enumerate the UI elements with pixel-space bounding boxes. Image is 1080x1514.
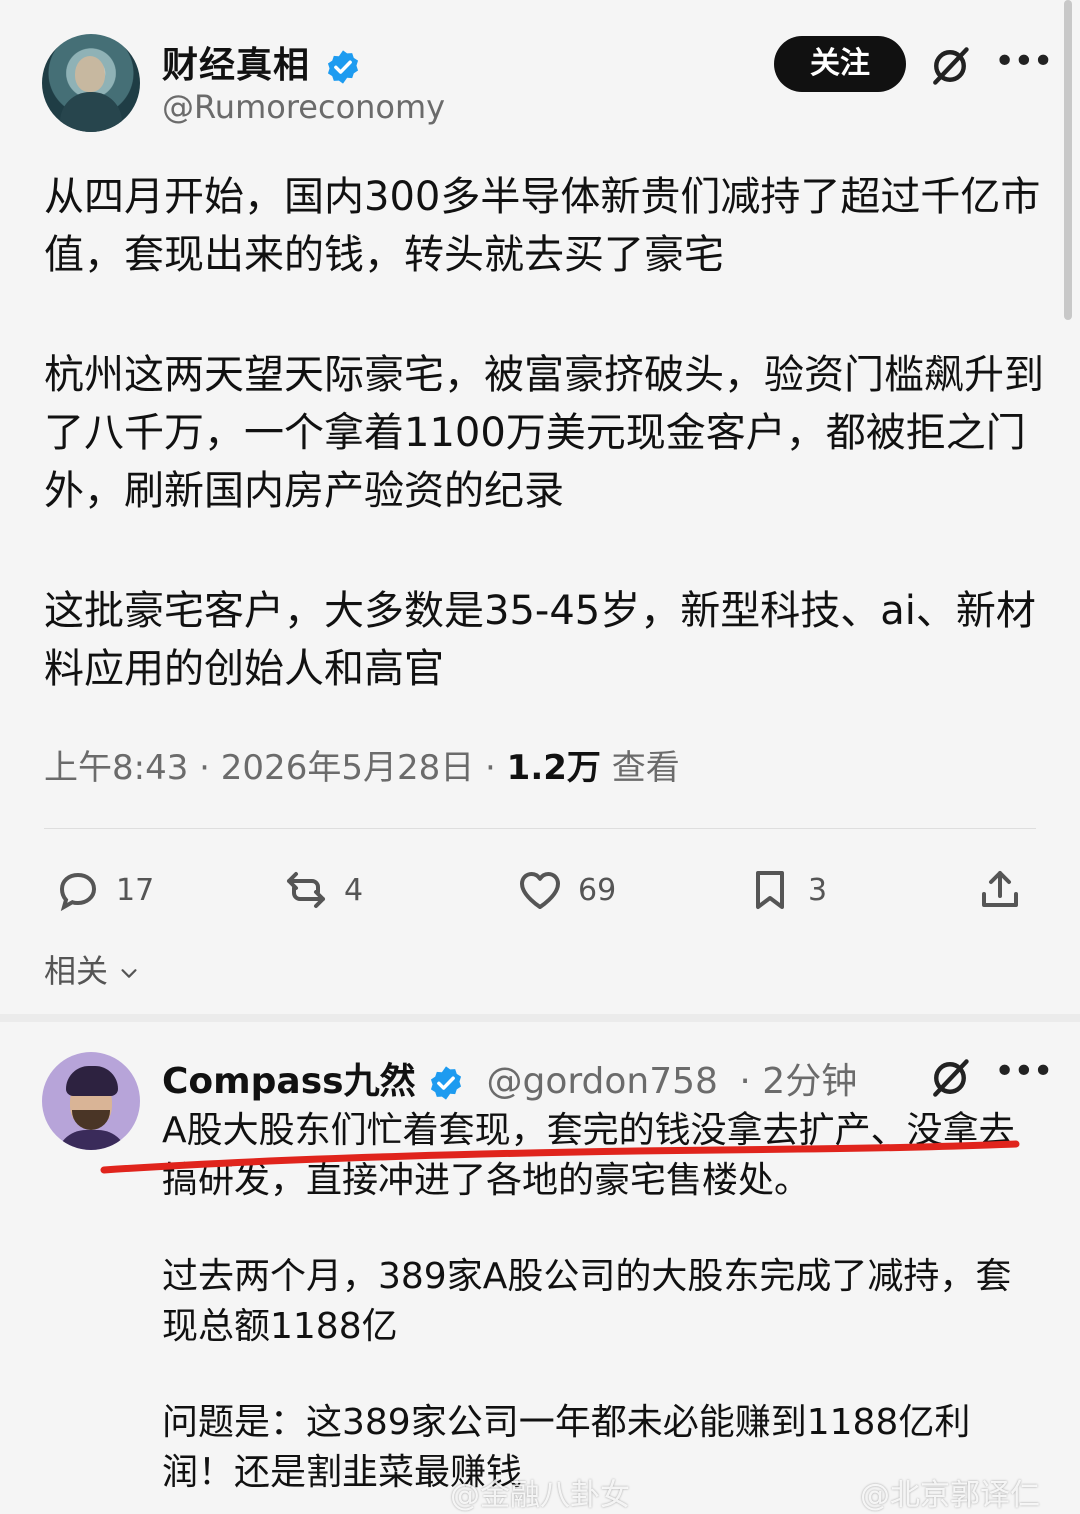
reply-header: Compass九然 @gordon758 · 2分钟 [162, 1052, 857, 1104]
related-label: 相关 [44, 952, 109, 990]
verified-badge-icon [327, 50, 358, 84]
like-count: 69 [578, 872, 617, 908]
post-paragraph-3: 这批豪宅客户，大多数是35-45岁，新型科技、ai、新材料应用的创始人和高官 [44, 588, 1036, 692]
reply-post: Compass九然 @gordon758 · 2分钟 ••• A股大股东们忙着套… [0, 1022, 1080, 1514]
post-paragraph-1: 从四月开始，国内300多半导体新贵们减持了超过千亿市值，套现出来的钱，转头就去买… [44, 174, 1041, 278]
reply-author-handle[interactable]: @gordon758 [487, 1061, 718, 1102]
related-toggle[interactable]: 相关 [44, 946, 140, 992]
chevron-down-icon [121, 969, 137, 978]
more-options-icon[interactable]: ••• [994, 44, 1054, 84]
share-icon [982, 871, 1018, 907]
reply-icon [59, 872, 97, 912]
meta-separator: · [485, 748, 507, 788]
follow-button[interactable]: 关注 [774, 36, 906, 92]
verified-badge-icon [431, 1066, 462, 1100]
avatar-beard [72, 1110, 110, 1130]
view-label: 查看 [611, 748, 680, 788]
more-options-icon[interactable]: ••• [994, 1054, 1054, 1094]
grok-icon[interactable] [928, 1056, 972, 1100]
share-button[interactable] [976, 860, 1038, 920]
scrollbar[interactable] [1064, 0, 1072, 320]
reply-author-name[interactable]: Compass九然 [162, 1061, 416, 1102]
like-button[interactable]: 69 [516, 860, 616, 920]
divider [44, 828, 1036, 829]
watermark-1: @金融八卦女 [450, 1478, 630, 1513]
avatar-coat [60, 92, 122, 132]
author-avatar[interactable] [42, 34, 140, 132]
main-post: 财经真相 @Rumoreconomy 关注 ••• 从四月开始，国内300多半导… [0, 0, 1080, 1014]
author-name[interactable]: 财经真相 [162, 45, 310, 86]
repost-icon [287, 872, 325, 908]
author-handle[interactable]: @Rumoreconomy [162, 88, 445, 126]
repost-count: 4 [344, 872, 364, 908]
section-separator [0, 1014, 1080, 1022]
avatar-face [75, 56, 105, 92]
reply-time[interactable]: · 2分钟 [739, 1061, 857, 1102]
reply-button[interactable]: 17 [54, 860, 154, 920]
heart-icon [520, 872, 560, 909]
action-bar: 17 4 69 3 [0, 860, 1080, 920]
meta-separator: · [199, 748, 221, 788]
author-name-row[interactable]: 财经真相 [162, 36, 362, 88]
reply-author-avatar[interactable] [42, 1052, 140, 1150]
repost-button[interactable]: 4 [282, 860, 363, 920]
post-paragraph-2: 杭州这两天望天际豪宅，被富豪挤破头，验资门槛飙升到了八千万，一个拿着1100万美… [44, 352, 1044, 514]
watermark-2: @北京郭译仁 [860, 1478, 1040, 1513]
reply-paragraph-2: 过去两个月，389家A股公司的大股东完成了减持，套现总额1188亿 [162, 1256, 1012, 1347]
post-meta: 上午8:43 · 2026年5月28日 · 1.2万 查看 [44, 740, 680, 789]
reply-paragraph-1: A股大股东们忙着套现，套完的钱没拿去扩产、没拿去搞研发，直接冲进了各地的豪宅售楼… [162, 1110, 1015, 1201]
reply-count: 17 [116, 872, 155, 908]
bookmark-icon [756, 871, 784, 909]
bookmark-count: 3 [808, 872, 828, 908]
avatar-shirt [56, 1130, 128, 1150]
bookmark-button[interactable]: 3 [746, 860, 827, 920]
avatar-hair [66, 1066, 118, 1096]
view-count: 1.2万 [506, 748, 601, 788]
post-date[interactable]: 2026年5月28日 [221, 748, 474, 788]
grok-icon[interactable] [928, 44, 972, 88]
post-time[interactable]: 上午8:43 [44, 748, 188, 788]
